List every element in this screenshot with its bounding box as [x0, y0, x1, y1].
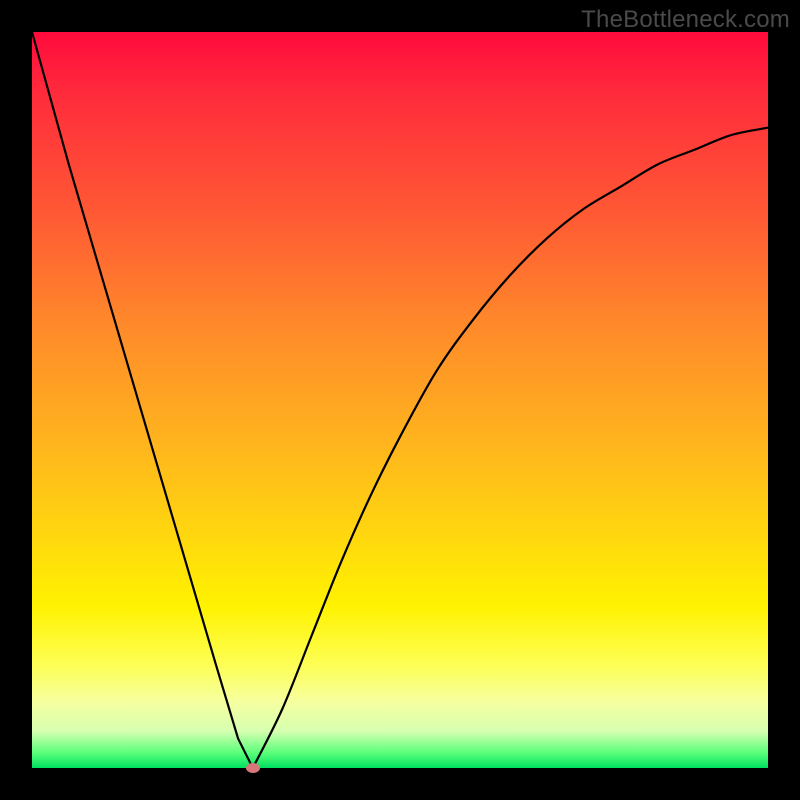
curve-svg — [32, 32, 768, 768]
chart-frame: TheBottleneck.com — [0, 0, 800, 800]
plot-area — [32, 32, 768, 768]
min-marker — [246, 763, 260, 773]
watermark-text: TheBottleneck.com — [581, 6, 790, 34]
bottleneck-curve — [32, 32, 768, 768]
